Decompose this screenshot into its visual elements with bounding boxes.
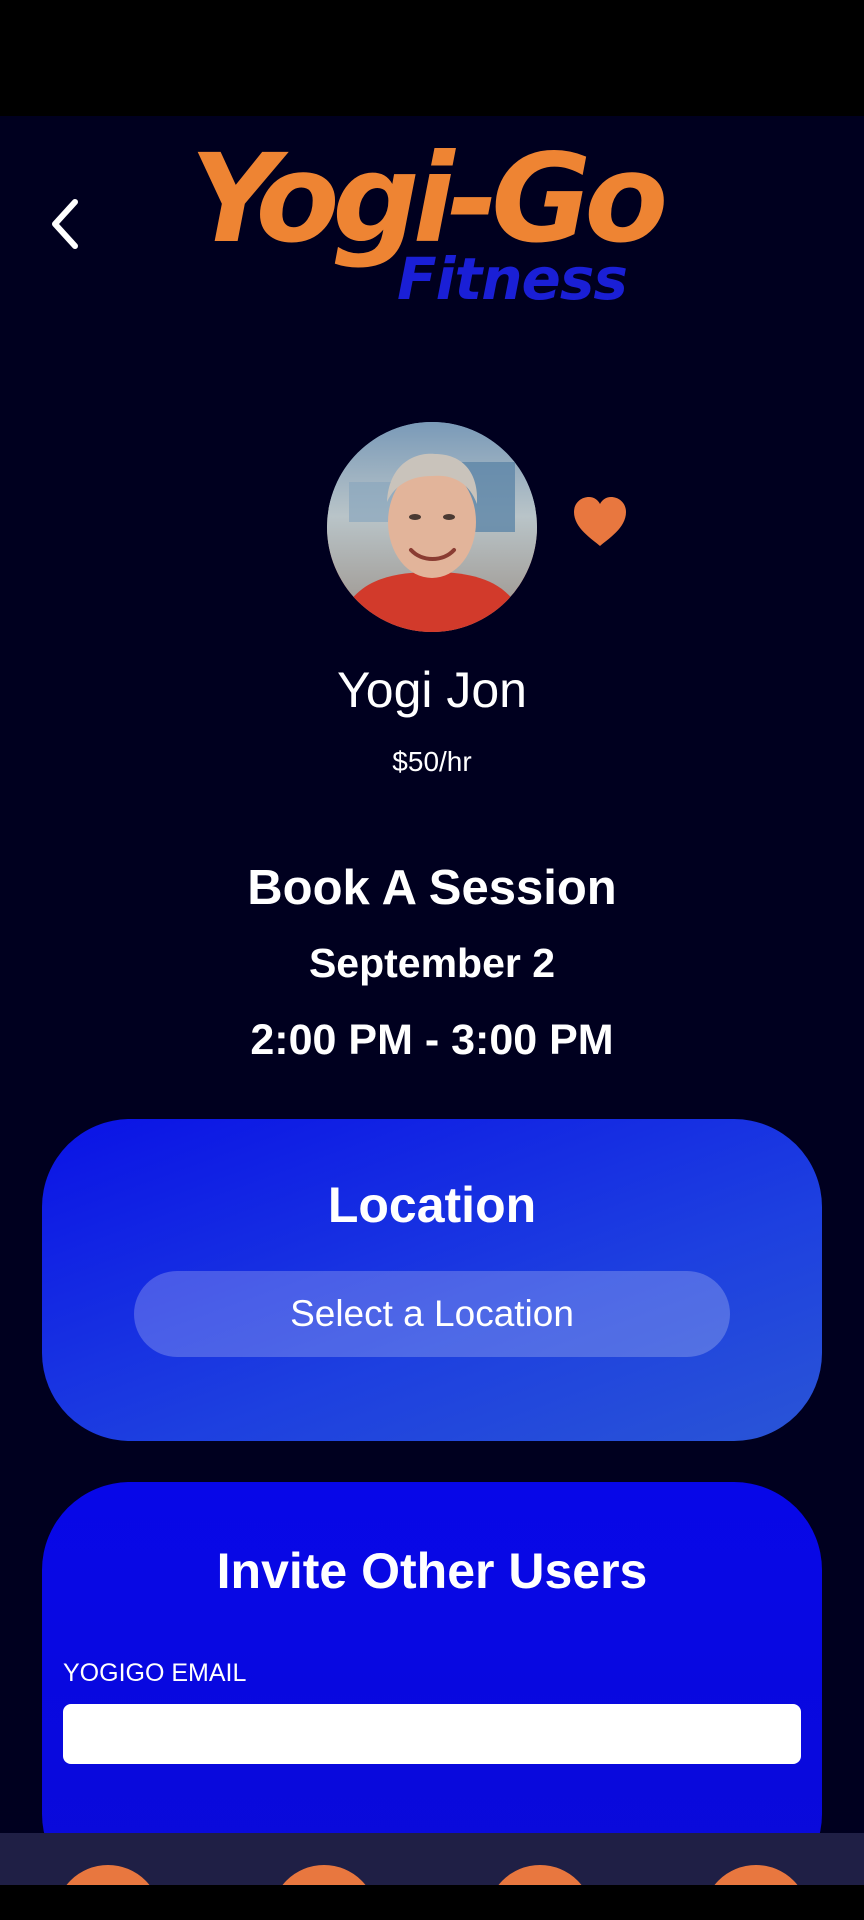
app-screen: Yogi-Go Fitness Yogi Jon $50/hr Book A S… xyxy=(0,116,864,1885)
trainer-name: Yogi Jon xyxy=(337,662,527,718)
status-bar xyxy=(0,0,864,116)
invite-title: Invite Other Users xyxy=(216,1543,648,1599)
favorite-heart-icon[interactable] xyxy=(570,492,630,552)
chevron-left-icon xyxy=(52,199,78,249)
location-select-button[interactable]: Select a Location xyxy=(134,1271,730,1357)
avatar-portrait xyxy=(327,422,537,632)
location-title: Location xyxy=(327,1177,537,1233)
tab-profile[interactable] xyxy=(271,1865,377,1885)
logo-main-text: Yogi-Go xyxy=(190,128,668,270)
tab-favorites[interactable] xyxy=(487,1865,593,1885)
logo-sub-text: Fitness xyxy=(397,245,628,313)
booking-date: September 2 xyxy=(308,940,556,986)
booking-title: Book A Session xyxy=(247,861,617,915)
trainer-rate: $50/hr xyxy=(392,746,472,777)
location-card: Location Select a Location xyxy=(42,1119,822,1441)
tab-calendar[interactable] xyxy=(703,1865,809,1885)
system-nav-bar xyxy=(0,1885,864,1920)
invite-card: Invite Other Users YOGIGO EMAIL xyxy=(42,1482,822,1885)
bottom-tab-bar xyxy=(0,1833,864,1885)
back-button[interactable] xyxy=(40,186,88,262)
app-logo: Yogi-Go Fitness xyxy=(190,138,670,308)
booking-time: 2:00 PM - 3:00 PM xyxy=(250,1016,614,1064)
tab-home[interactable] xyxy=(55,1865,161,1885)
email-field-label: YOGIGO EMAIL xyxy=(63,1659,247,1687)
email-field[interactable] xyxy=(63,1704,801,1764)
trainer-avatar xyxy=(327,422,537,632)
